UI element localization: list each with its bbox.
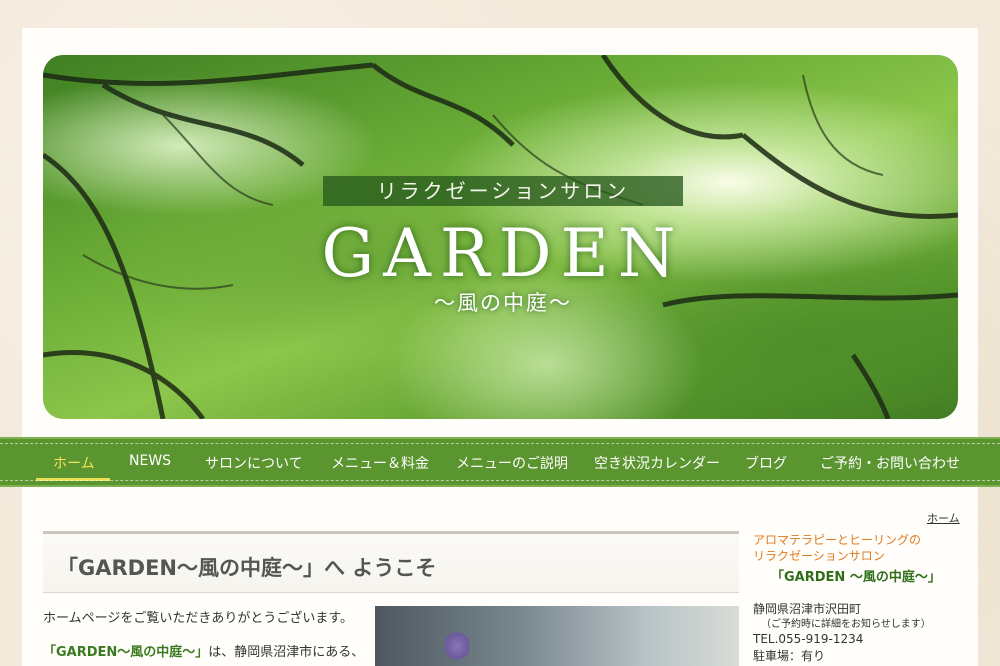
salon-photo xyxy=(375,606,739,666)
nav-item-news[interactable]: NEWS xyxy=(129,453,171,469)
nav-item-home[interactable]: ホーム xyxy=(53,453,95,473)
nav-active-indicator xyxy=(36,478,110,481)
sidebar-tel: TEL.055-919-1234 xyxy=(753,632,864,646)
sidebar-parking: 駐車場：有り xyxy=(753,649,826,663)
sidebar-address-note: （ご予約時に詳細をお知らせします） xyxy=(761,619,931,630)
hero-banner: リラクゼーションサロン GARDEN 〜風の中庭〜 xyxy=(43,55,958,419)
intro-text-2: 「GARDEN〜風の中庭〜」は、静岡県沼津市にある、 xyxy=(43,641,364,660)
nav-item-calendar[interactable]: 空き状況カレンダー xyxy=(594,453,720,473)
sidebar-brand-name: 「GARDEN 〜風の中庭〜」 xyxy=(771,570,941,585)
breadcrumb-home-link[interactable]: ホーム xyxy=(927,510,960,526)
nav-item-about[interactable]: サロンについて xyxy=(205,453,303,473)
hero-title: GARDEN xyxy=(321,215,685,292)
intro-location-text: は、静岡県沼津市にある、 xyxy=(208,645,365,660)
nav-item-menu-price[interactable]: メニュー＆料金 xyxy=(331,453,429,473)
sidebar-address: 静岡県沼津市沢田町 xyxy=(753,602,862,616)
lavender-decoration xyxy=(445,626,469,666)
page-title: 「GARDEN〜風の中庭〜」へ ようこそ xyxy=(57,556,437,580)
sidebar-info: アロマテラピーとヒーリングの リラクゼーションサロン 「GARDEN 〜風の中庭… xyxy=(753,532,973,665)
hero-subtitle: リラクゼーションサロン xyxy=(323,176,683,206)
nav-item-menu-description[interactable]: メニューのご説明 xyxy=(456,453,568,473)
intro-brand-name: 「GARDEN〜風の中庭〜」 xyxy=(43,645,209,660)
sidebar-description-1: アロマテラピーとヒーリングの xyxy=(753,533,922,547)
page-title-box: 「GARDEN〜風の中庭〜」へ ようこそ xyxy=(43,531,739,593)
nav-item-blog[interactable]: ブログ xyxy=(745,453,787,473)
hero-tagline: 〜風の中庭〜 xyxy=(434,291,572,315)
main-nav: ホーム NEWS サロンについて メニュー＆料金 メニューのご説明 空き状況カレ… xyxy=(0,437,1000,487)
nav-item-contact[interactable]: ご予約・お問い合わせ xyxy=(820,453,960,473)
intro-text: ホームページをご覧いただきありがとうございます。 xyxy=(43,611,354,626)
sidebar-description-2: リラクゼーションサロン xyxy=(753,549,885,563)
